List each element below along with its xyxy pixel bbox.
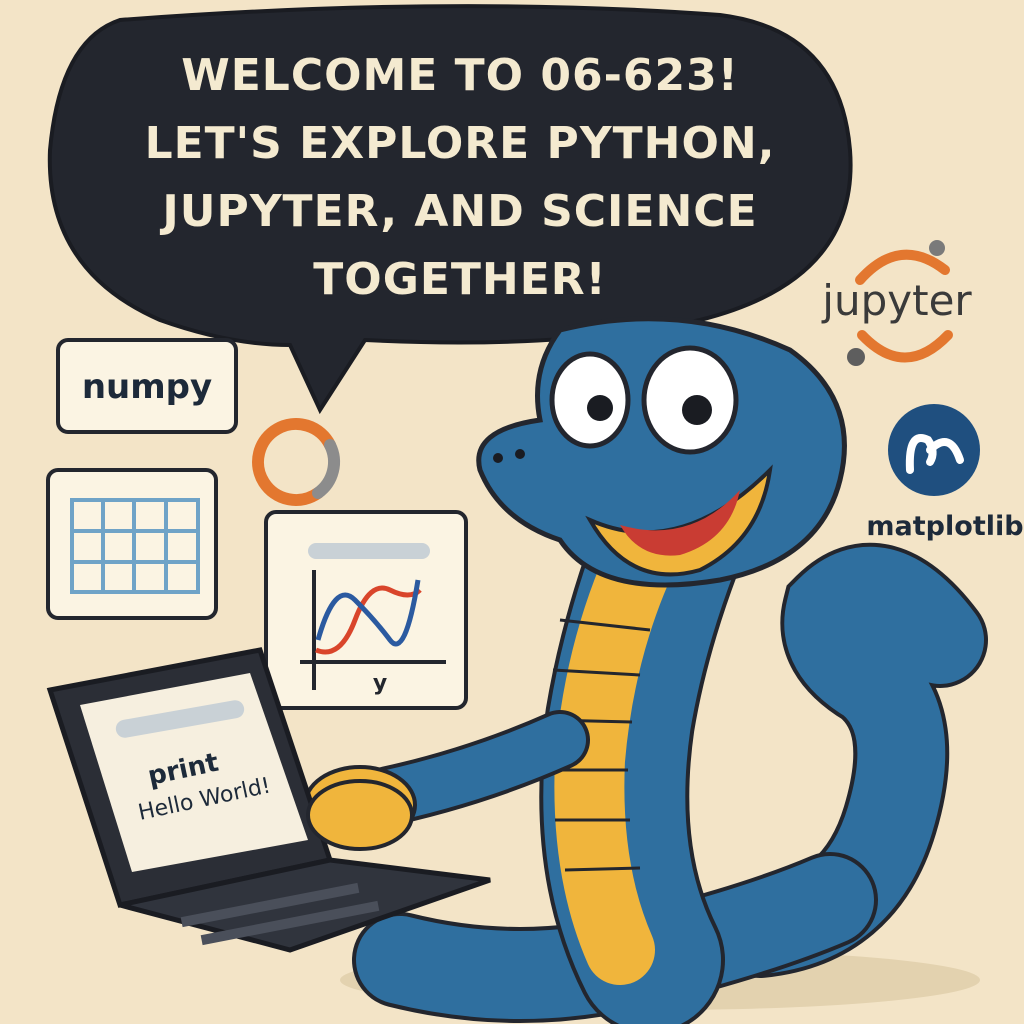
illustration-scene: WELCOME TO 06-623! LET'S EXPLORE PYTHON,… <box>46 4 1024 1024</box>
jupyter-label: jupyter <box>821 276 972 325</box>
bubble-line-2: LET'S EXPLORE PYTHON, <box>145 118 776 169</box>
bubble-line-4: TOGETHER! <box>313 254 606 305</box>
orange-ring-icon <box>252 418 340 506</box>
plot-axis-label: y <box>373 671 387 696</box>
table-grid-icon <box>46 468 218 620</box>
numpy-card: numpy <box>56 338 238 434</box>
matplotlib-label: matplotlib <box>866 511 1023 542</box>
jupyter-logo-icon: jupyter <box>821 240 972 366</box>
bubble-line-3: JUPYTER, AND SCIENCE <box>159 186 757 237</box>
matplotlib-logo-icon: matplotlib <box>866 404 1024 542</box>
bubble-line-1: WELCOME TO 06-623! <box>181 50 739 101</box>
numpy-label: numpy <box>82 367 212 407</box>
line-plot-icon: y <box>264 510 468 710</box>
